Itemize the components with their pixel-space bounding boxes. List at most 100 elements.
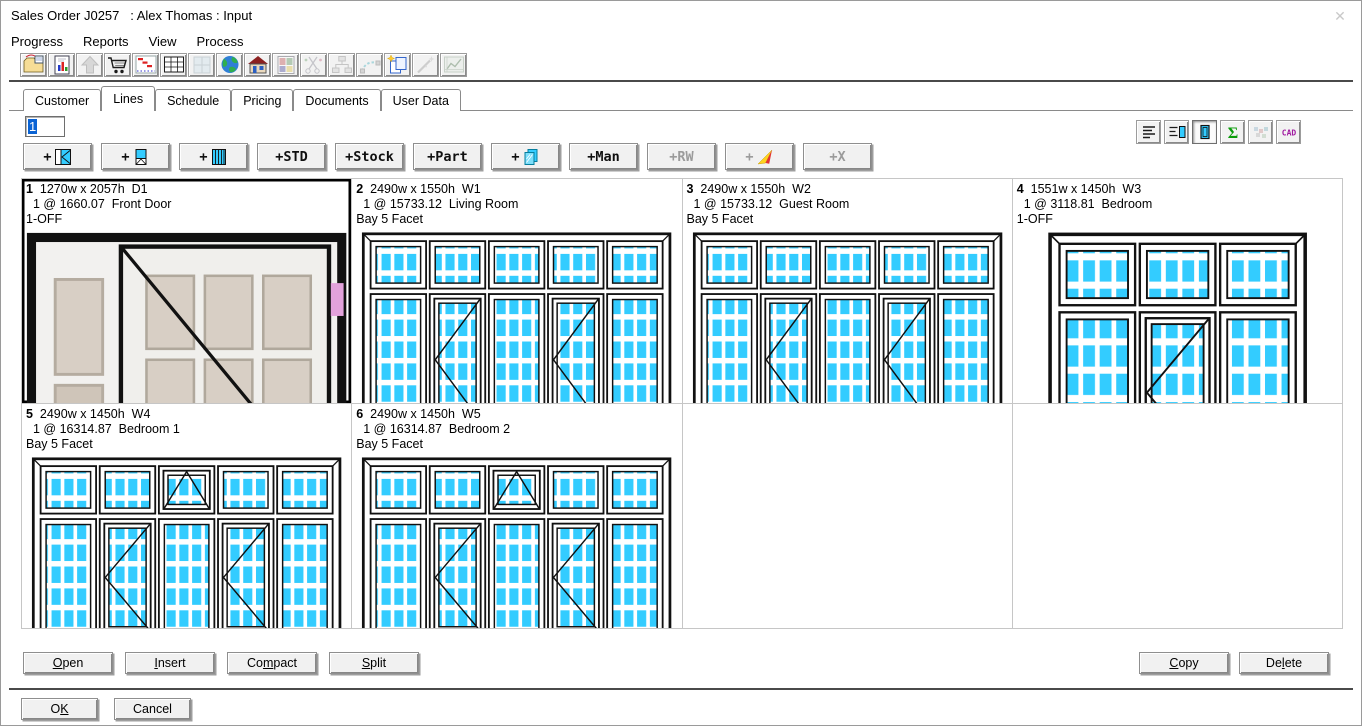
svg-text:Σ: Σ [1227,125,1237,141]
copy-button[interactable]: Copy [1139,652,1229,674]
menu-item-progress[interactable]: Progress [1,31,73,52]
line-price: 1 @ 15733.12 Living Room [356,197,677,211]
line-cell-4[interactable]: 4 1551w x 1450h W31 @ 3118.81 Bedroom1-O… [1013,179,1342,403]
add-rw-button[interactable]: +RW [647,143,716,170]
tab-schedule[interactable]: Schedule [155,89,231,111]
empty-cell[interactable] [683,404,1012,628]
line-price: 1 @ 16314.87 Bedroom 1 [26,422,347,436]
line-drawing [1017,232,1338,403]
route-icon[interactable] [356,53,383,77]
view-lines-window-icon[interactable] [1164,120,1189,144]
line-note: Bay 5 Facet [356,212,677,226]
line-actions-right: Copy Delete [1139,652,1329,674]
tab-pricing[interactable]: Pricing [231,89,293,111]
view-sigma-icon[interactable]: Σ [1220,120,1245,144]
toolbar [20,53,467,79]
purchase-icon[interactable] [104,53,131,77]
close-icon[interactable]: ✕ [1327,6,1353,26]
add-button-label: +Stock [345,149,394,165]
survey-icon[interactable] [244,53,271,77]
cancel-button[interactable]: Cancel [114,698,191,720]
empty-cell[interactable] [1013,404,1342,628]
report-icon[interactable] [48,53,75,77]
menu-item-view[interactable]: View [139,31,187,52]
add-stock-button[interactable]: +Stock [335,143,404,170]
add-button-label: + [511,149,519,165]
window-pale-icon[interactable] [188,53,215,77]
view-window-icon[interactable] [1192,120,1217,144]
globe-icon[interactable] [216,53,243,77]
line-dimensions: 2490w x 1550h [370,182,455,196]
add-button-label: +Man [587,149,620,165]
view-text-lines-icon[interactable] [1136,120,1161,144]
menu-item-process[interactable]: Process [187,31,254,52]
arrow-icon [756,148,774,166]
add-vent-button[interactable]: + [101,143,170,170]
line-price: 1 @ 1660.07 Front Door [26,197,347,211]
add-casement-button[interactable]: + [23,143,92,170]
open-order-icon[interactable] [20,53,47,77]
toolbar-separator [9,80,1353,82]
line-number: 1 [26,182,33,196]
add-button-label: + [43,149,51,165]
insert-button[interactable]: Insert [125,652,215,674]
line-dimensions: 2490w x 1450h [370,407,455,421]
tab-lines[interactable]: Lines [101,86,155,111]
cutting-icon[interactable] [300,53,327,77]
copy-doc-icon[interactable] [384,53,411,77]
add-arrow-button[interactable]: + [725,143,794,170]
line-drawing [26,457,347,628]
line-drawing [26,232,347,403]
line-drawing [356,232,677,403]
line-cell-6[interactable]: 6 2490w x 1450h W51 @ 16314.87 Bedroom 2… [352,404,681,628]
add-man-button[interactable]: +Man [569,143,638,170]
line-ref: W1 [462,182,481,196]
line-ref: W5 [462,407,481,421]
menu-item-reports[interactable]: Reports [73,31,139,52]
line-header: 4 1551w x 1450h W3 [1017,182,1338,196]
open-button[interactable]: Open [23,652,113,674]
line-number-input[interactable]: 1 [25,116,65,137]
line-cell-1[interactable]: 1 1270w x 2057h D11 @ 1660.07 Front Door… [22,179,351,403]
compact-button[interactable]: Compact [227,652,317,674]
line-cell-5[interactable]: 5 2490w x 1450h W41 @ 16314.87 Bedroom 1… [22,404,351,628]
line-drawing [356,457,677,628]
ok-button[interactable]: OK [21,698,98,720]
tab-documents[interactable]: Documents [293,89,380,111]
line-dimensions: 2490w x 1450h [40,407,125,421]
line-cell-2[interactable]: 2 2490w x 1550h W11 @ 15733.12 Living Ro… [352,179,681,403]
schedule-icon[interactable] [132,53,159,77]
tab-customer[interactable]: Customer [23,89,101,111]
add-x-button[interactable]: +X [803,143,872,170]
network-icon[interactable] [328,53,355,77]
add-part-button[interactable]: +Part [413,143,482,170]
casement-icon [54,148,72,166]
sales-order-window: Sales Order J0257 : Alex Thomas : Input … [0,0,1362,726]
line-ref: W4 [132,407,151,421]
svg-text:CAD: CAD [1281,129,1296,138]
line-ref: D1 [132,182,148,196]
view-dither-icon[interactable] [1248,120,1273,144]
add-button-label: +X [829,149,845,165]
add-button-label: +STD [275,149,308,165]
line-price: 1 @ 3118.81 Bedroom [1017,197,1338,211]
tab-user-data[interactable]: User Data [381,89,461,111]
add-glass-button[interactable]: + [491,143,560,170]
dialog-buttons: OK Cancel [21,698,191,720]
tab-strip: CustomerLinesSchedulePricingDocumentsUse… [23,88,461,111]
line-dimensions: 1270w x 2057h [40,182,125,196]
table-icon[interactable] [160,53,187,77]
line-header: 5 2490w x 1450h W4 [26,407,347,421]
wizard-icon[interactable] [412,53,439,77]
delete-button[interactable]: Delete [1239,652,1329,674]
glazing-icon[interactable] [272,53,299,77]
graph-icon[interactable] [440,53,467,77]
split-button[interactable]: Split [329,652,419,674]
add-frame-grid-button[interactable]: + [179,143,248,170]
view-cad-icon[interactable]: CAD [1276,120,1301,144]
line-dimensions: 2490w x 1550h [700,182,785,196]
line-cell-3[interactable]: 3 2490w x 1550h W21 @ 15733.12 Guest Roo… [683,179,1012,403]
add-std-button[interactable]: +STD [257,143,326,170]
promote-icon[interactable] [76,53,103,77]
line-number: 5 [26,407,33,421]
